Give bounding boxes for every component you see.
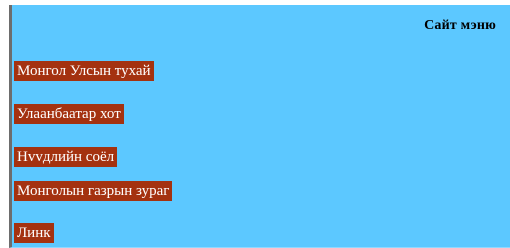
menu-item-mongolia-map[interactable]: Монголын газрын зураг xyxy=(14,181,173,201)
menu-item-about-mongolia[interactable]: Монгол Улсын тухай xyxy=(14,61,154,81)
menu-item-ulaanbaatar[interactable]: Улаанбаатар хот xyxy=(14,104,124,124)
menu-item-nomadic-culture[interactable]: Нvvдлийн соёл xyxy=(14,147,118,167)
site-menu-panel: Сайт мэню Монгол Улсын тухай Улаанбаатар… xyxy=(9,5,510,248)
page: Сайт мэню Монгол Улсын тухай Улаанбаатар… xyxy=(0,0,510,248)
menu-item-links[interactable]: Линк xyxy=(14,223,54,243)
menu-title: Сайт мэню xyxy=(424,18,496,33)
